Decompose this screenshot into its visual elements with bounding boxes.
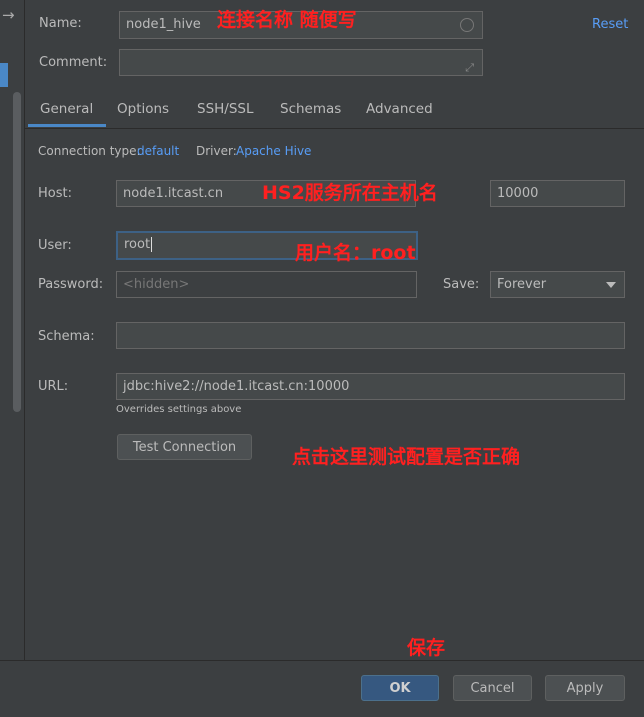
annotation-test: 点击这里测试配置是否正确 xyxy=(292,446,521,468)
connection-type-link[interactable]: default xyxy=(137,144,179,158)
tab-general[interactable]: General xyxy=(40,101,93,117)
connection-type-label: Connection type: xyxy=(38,144,141,158)
save-value: Forever xyxy=(497,277,547,292)
tab-bar: General Options SSH/SSL Schemas Advanced xyxy=(25,94,644,129)
annotation-name: 连接名称 随便写 xyxy=(217,9,357,31)
test-connection-button[interactable]: Test Connection xyxy=(117,434,252,460)
reset-link[interactable]: Reset xyxy=(592,17,628,32)
ok-label: OK xyxy=(389,681,411,696)
annotation-user: 用户名：root xyxy=(295,242,416,264)
text-cursor xyxy=(151,237,153,252)
url-note: Overrides settings above xyxy=(116,404,242,415)
name-label: Name: xyxy=(39,16,82,31)
test-connection-label: Test Connection xyxy=(132,440,237,455)
annotation-host: HS2服务所在主机名 xyxy=(262,182,438,204)
active-tab-indicator xyxy=(28,124,106,127)
save-select[interactable]: Forever xyxy=(490,271,625,298)
tab-options[interactable]: Options xyxy=(117,101,169,117)
url-label: URL: xyxy=(38,379,69,394)
password-placeholder: <hidden> xyxy=(123,277,190,292)
comment-input[interactable]: ⤢ xyxy=(119,49,483,76)
password-input[interactable]: <hidden> xyxy=(116,271,417,298)
url-value: jdbc:hive2://node1.itcast.cn:10000 xyxy=(123,379,350,394)
apply-button[interactable]: Apply xyxy=(545,675,625,701)
comment-label: Comment: xyxy=(39,55,108,70)
url-input[interactable]: jdbc:hive2://node1.itcast.cn:10000 xyxy=(116,373,625,400)
scrollbar[interactable] xyxy=(13,92,21,412)
port-value: 10000 xyxy=(497,186,539,201)
cancel-label: Cancel xyxy=(470,681,515,696)
schema-label: Schema: xyxy=(38,329,95,344)
host-value: node1.itcast.cn xyxy=(123,186,224,201)
user-value: root xyxy=(124,237,151,252)
name-value: node1_hive xyxy=(126,17,201,32)
tab-advanced[interactable]: Advanced xyxy=(366,101,433,117)
left-panel-strip: → xyxy=(0,0,25,716)
cancel-button[interactable]: Cancel xyxy=(453,675,532,701)
chevron-down-icon xyxy=(606,282,616,288)
arrow-right-icon[interactable]: → xyxy=(2,6,15,24)
tab-schemas[interactable]: Schemas xyxy=(280,101,341,117)
schema-input[interactable] xyxy=(116,322,625,349)
selected-item-marker xyxy=(0,63,8,87)
password-label: Password: xyxy=(38,277,104,292)
user-label: User: xyxy=(38,238,72,253)
driver-link[interactable]: Apache Hive xyxy=(236,144,311,158)
ok-button[interactable]: OK xyxy=(361,675,439,701)
circle-icon[interactable] xyxy=(460,18,474,32)
driver-label: Driver: xyxy=(196,144,237,158)
annotation-save: 保存 xyxy=(407,637,446,659)
apply-label: Apply xyxy=(566,681,604,696)
host-label: Host: xyxy=(38,186,72,201)
expand-icon[interactable]: ⤢ xyxy=(465,55,474,75)
port-input[interactable]: 10000 xyxy=(490,180,625,207)
save-label: Save: xyxy=(443,277,480,292)
tab-ssh-ssl[interactable]: SSH/SSL xyxy=(197,101,254,117)
